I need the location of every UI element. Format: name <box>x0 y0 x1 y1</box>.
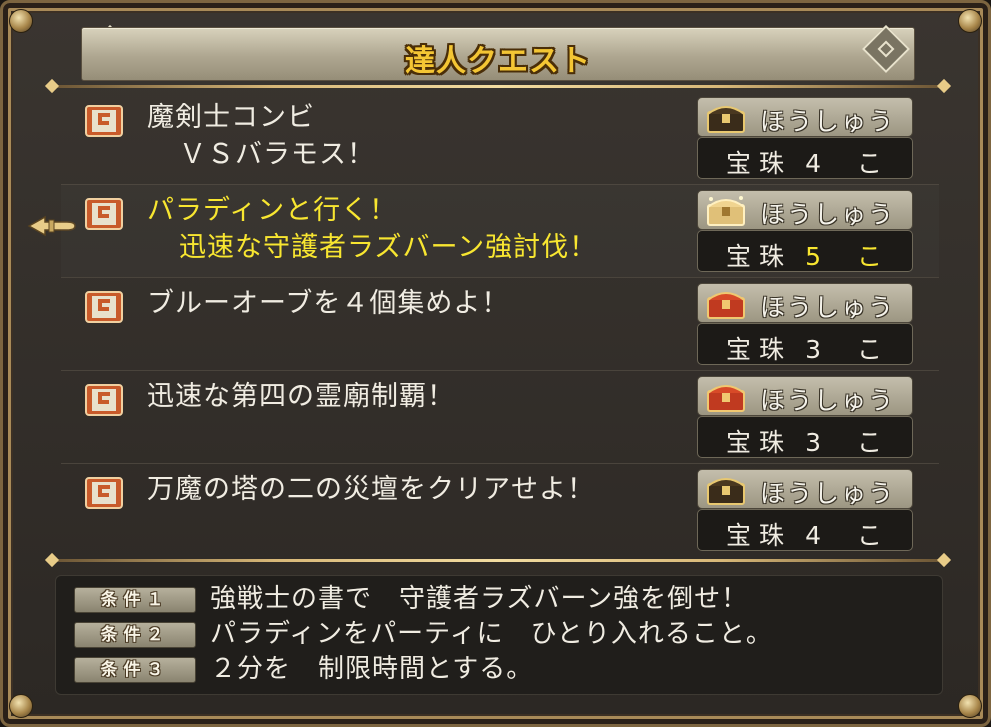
window-title: 達人クエスト <box>405 44 591 79</box>
quest-row-selected[interactable]: パラディンと行く！ 迅速な守護者ラズバーン強討伐！ ほうしゅう 宝珠 5 こ <box>61 184 939 278</box>
reward-box: ほうしゅう 宝珠 3 こ <box>697 376 913 458</box>
red-chest-icon <box>707 292 745 319</box>
divider-bottom <box>51 559 945 562</box>
dark-chest-icon <box>707 478 745 505</box>
condition-badge: 条件３ <box>74 657 196 683</box>
reward-item: 宝珠 <box>726 242 793 271</box>
quest-row[interactable]: 魔剣士コンビ ＶＳバラモス！ ほうしゅう 宝珠 4 こ <box>61 91 939 185</box>
reward-count: 4 こ <box>805 149 896 178</box>
condition-badge: 条件１ <box>74 587 196 613</box>
reward-item: 宝珠 <box>726 149 793 178</box>
quest-book-icon <box>85 384 123 416</box>
quest-title: パラディンと行く！ <box>147 195 398 226</box>
quest-book-icon <box>85 198 123 230</box>
corner-ornament <box>9 694 33 718</box>
quest-title: 万魔の塔の二の災壇をクリアせよ！ <box>147 474 595 505</box>
reward-box: ほうしゅう 宝珠 4 こ <box>697 469 913 551</box>
corner-ornament <box>958 9 982 33</box>
quest-subtitle: ＶＳバラモス！ <box>179 139 375 170</box>
reward-count: 3 こ <box>805 428 896 457</box>
divider-cap <box>936 78 952 94</box>
reward-label: ほうしゅう <box>760 479 896 508</box>
condition-text: パラディンをパーティに ひとり入れること。 <box>210 619 773 649</box>
reward-label: ほうしゅう <box>760 293 896 322</box>
red-chest-icon <box>707 385 745 412</box>
reward-count: 4 こ <box>805 521 896 550</box>
condition-badge: 条件２ <box>74 622 196 648</box>
reward-label: ほうしゅう <box>760 386 896 415</box>
quest-row[interactable]: 迅速な第四の霊廟制覇！ ほうしゅう 宝珠 3 こ <box>61 370 939 464</box>
divider-cap <box>44 552 60 568</box>
condition-row: 条件１ 強戦士の書で 守護者ラズバーン強を倒せ！ <box>56 582 936 616</box>
divider-top <box>51 85 945 88</box>
quest-book-icon <box>85 291 123 323</box>
quest-book-icon <box>85 105 123 137</box>
corner-ornament <box>958 694 982 718</box>
quest-row[interactable]: 万魔の塔の二の災壇をクリアせよ！ ほうしゅう 宝珠 4 こ <box>61 463 939 556</box>
quest-row[interactable]: ブルーオーブを４個集めよ！ ほうしゅう 宝珠 3 こ <box>61 277 939 371</box>
condition-text: 強戦士の書で 守護者ラズバーン強を倒せ！ <box>210 584 749 614</box>
reward-box: ほうしゅう 宝珠 5 こ <box>697 190 913 272</box>
quest-list: 魔剣士コンビ ＶＳバラモス！ ほうしゅう 宝珠 4 こ パラディンと行く！ 迅速… <box>61 91 939 551</box>
dark-chest-icon <box>707 106 745 133</box>
reward-item: 宝珠 <box>726 521 793 550</box>
reward-box: ほうしゅう 宝珠 3 こ <box>697 283 913 365</box>
quest-title: ブルーオーブを４個集めよ！ <box>147 288 510 319</box>
quest-book-icon <box>85 477 123 509</box>
quest-title: 魔剣士コンビ <box>147 102 315 133</box>
divider-cap <box>44 78 60 94</box>
gold-chest-icon <box>707 196 745 226</box>
quest-title: 迅速な第四の霊廟制覇！ <box>147 381 455 412</box>
reward-item: 宝珠 <box>726 428 793 457</box>
condition-text: ２分を 制限時間とする。 <box>210 654 534 684</box>
divider-cap <box>936 552 952 568</box>
quest-window: 達人クエスト 魔剣士コンビ ＶＳバラモス！ ほうしゅう 宝珠 4 こ パラディン… <box>0 0 991 727</box>
reward-label: ほうしゅう <box>760 200 896 229</box>
conditions-panel: 条件１ 強戦士の書で 守護者ラズバーン強を倒せ！ 条件２ パラディンをパーティに… <box>55 575 943 695</box>
condition-row: 条件３ ２分を 制限時間とする。 <box>56 652 936 686</box>
condition-row: 条件２ パラディンをパーティに ひとり入れること。 <box>56 617 936 651</box>
reward-item: 宝珠 <box>726 335 793 364</box>
quest-subtitle: 迅速な守護者ラズバーン強討伐！ <box>179 232 598 263</box>
corner-ornament <box>9 9 33 33</box>
reward-count: 5 こ <box>805 242 896 271</box>
reward-count: 3 こ <box>805 335 896 364</box>
reward-label: ほうしゅう <box>760 107 896 136</box>
reward-box: ほうしゅう 宝珠 4 こ <box>697 97 913 179</box>
title-bar: 達人クエスト <box>81 27 915 81</box>
